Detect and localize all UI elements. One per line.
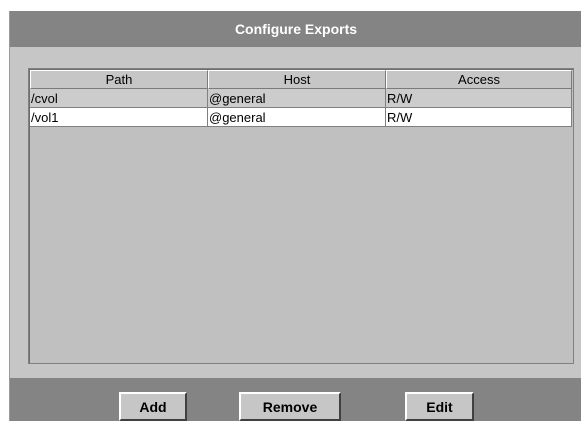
edit-button[interactable]: Edit bbox=[405, 392, 474, 421]
exports-table: Path Host Access /cvol @general R/W /vol… bbox=[28, 68, 574, 364]
remove-button[interactable]: Remove bbox=[239, 392, 341, 421]
cell-access: R/W bbox=[386, 89, 572, 108]
button-bar: Add Remove Edit bbox=[10, 378, 581, 421]
cell-host: @general bbox=[208, 108, 386, 127]
column-header-access[interactable]: Access bbox=[386, 70, 572, 89]
dialog-title: Configure Exports bbox=[10, 11, 581, 47]
configure-exports-dialog: Configure Exports Path Host Access /cvol… bbox=[9, 11, 581, 421]
cell-access: R/W bbox=[386, 108, 572, 127]
table-row[interactable]: /cvol @general R/W bbox=[30, 89, 572, 108]
table-row[interactable]: /vol1 @general R/W bbox=[30, 108, 572, 127]
column-header-path[interactable]: Path bbox=[30, 70, 208, 89]
table-header: Path Host Access bbox=[30, 70, 572, 89]
cell-host: @general bbox=[208, 89, 386, 108]
cell-path: /cvol bbox=[30, 89, 208, 108]
cell-path: /vol1 bbox=[30, 108, 208, 127]
add-button[interactable]: Add bbox=[119, 392, 187, 421]
column-header-host[interactable]: Host bbox=[208, 70, 386, 89]
